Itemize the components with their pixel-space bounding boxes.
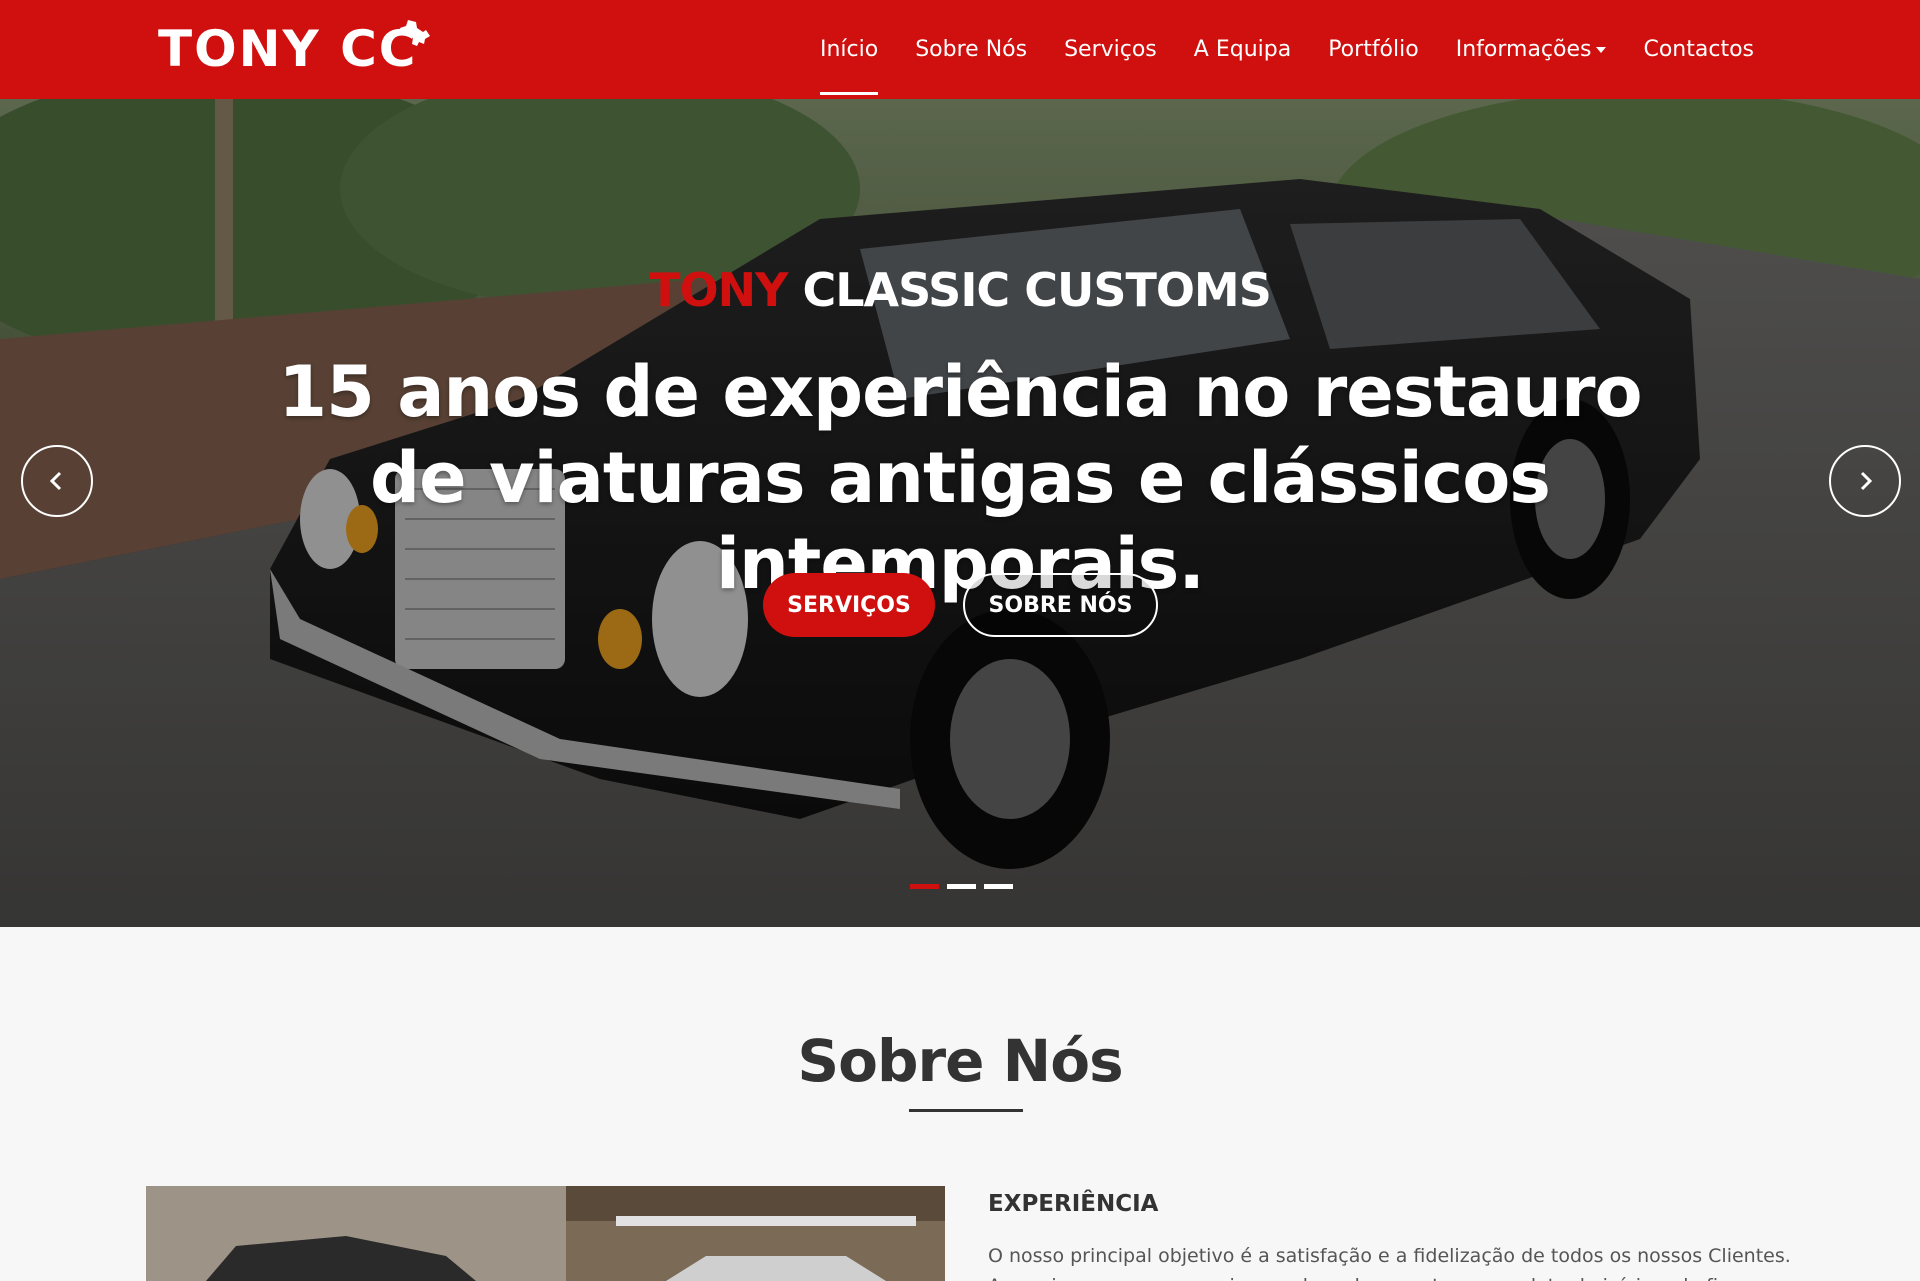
sobre-nos-button[interactable]: SOBRE NÓS: [963, 573, 1158, 637]
nav-label: Informações: [1455, 37, 1592, 62]
about-paragraph-cut: Assumimos um compromisso onde cada carro…: [988, 1271, 1818, 1281]
hero-carousel: TONY CLASSIC CUSTOMS 15 anos de experiên…: [0, 99, 1920, 927]
nav-item-servicos[interactable]: Serviços: [1064, 0, 1157, 99]
nav-label: Contactos: [1643, 37, 1754, 62]
nav-item-contactos[interactable]: Contactos: [1643, 0, 1754, 99]
carousel-indicators: [910, 884, 1021, 889]
chevron-left-icon: [49, 471, 62, 491]
nav-item-inicio[interactable]: Início: [820, 0, 879, 99]
title-divider: [909, 1109, 1023, 1112]
section-title: Sobre Nós: [797, 1027, 1123, 1095]
chevron-right-icon: [1860, 471, 1873, 491]
nav-label: Início: [820, 37, 879, 62]
about-heading: EXPERIÊNCIA: [988, 1191, 1159, 1217]
workshop-photo: [146, 1186, 945, 1281]
nav-label: Sobre Nós: [915, 37, 1028, 62]
carousel-indicator-3[interactable]: [984, 884, 1013, 889]
carousel-indicator-1[interactable]: [910, 884, 939, 889]
about-section: Sobre Nós EXPERIÊNCIA O nosso principal …: [0, 927, 1920, 1281]
hero-title: 15 anos de experiência no restauro de vi…: [278, 351, 1642, 605]
kicker-rest: CLASSIC CUSTOMS: [787, 263, 1271, 317]
navbar: TONY CC Início Sobre Nós Serviços A Equi…: [0, 0, 1920, 99]
portugal-map-icon: [400, 20, 430, 46]
brand-name: TONY CC: [158, 20, 418, 78]
nav-item-sobre-nos[interactable]: Sobre Nós: [915, 0, 1027, 99]
nav-item-portfolio[interactable]: Portfólio: [1328, 0, 1419, 99]
hero-content: TONY CLASSIC CUSTOMS 15 anos de experiên…: [0, 99, 1920, 927]
carousel-indicator-2[interactable]: [947, 884, 976, 889]
hero-kicker: TONY CLASSIC CUSTOMS: [0, 263, 1920, 317]
main-navigation: Início Sobre Nós Serviços A Equipa Portf…: [783, 0, 1754, 99]
carousel-prev-button[interactable]: [21, 445, 93, 517]
about-paragraph: O nosso principal objetivo é a satisfaçã…: [988, 1245, 1791, 1267]
nav-item-informacoes[interactable]: Informações: [1456, 0, 1607, 99]
nav-item-a-equipa[interactable]: A Equipa: [1194, 0, 1291, 99]
carousel-next-button[interactable]: [1829, 445, 1901, 517]
nav-label: Serviços: [1064, 37, 1157, 62]
brand-logo[interactable]: TONY CC: [158, 14, 430, 84]
servicos-button[interactable]: SERVIÇOS: [763, 573, 935, 637]
caret-down-icon: [1596, 46, 1607, 53]
nav-label: A Equipa: [1193, 37, 1292, 62]
nav-label: Portfólio: [1328, 37, 1419, 62]
kicker-accent: TONY: [649, 263, 788, 317]
